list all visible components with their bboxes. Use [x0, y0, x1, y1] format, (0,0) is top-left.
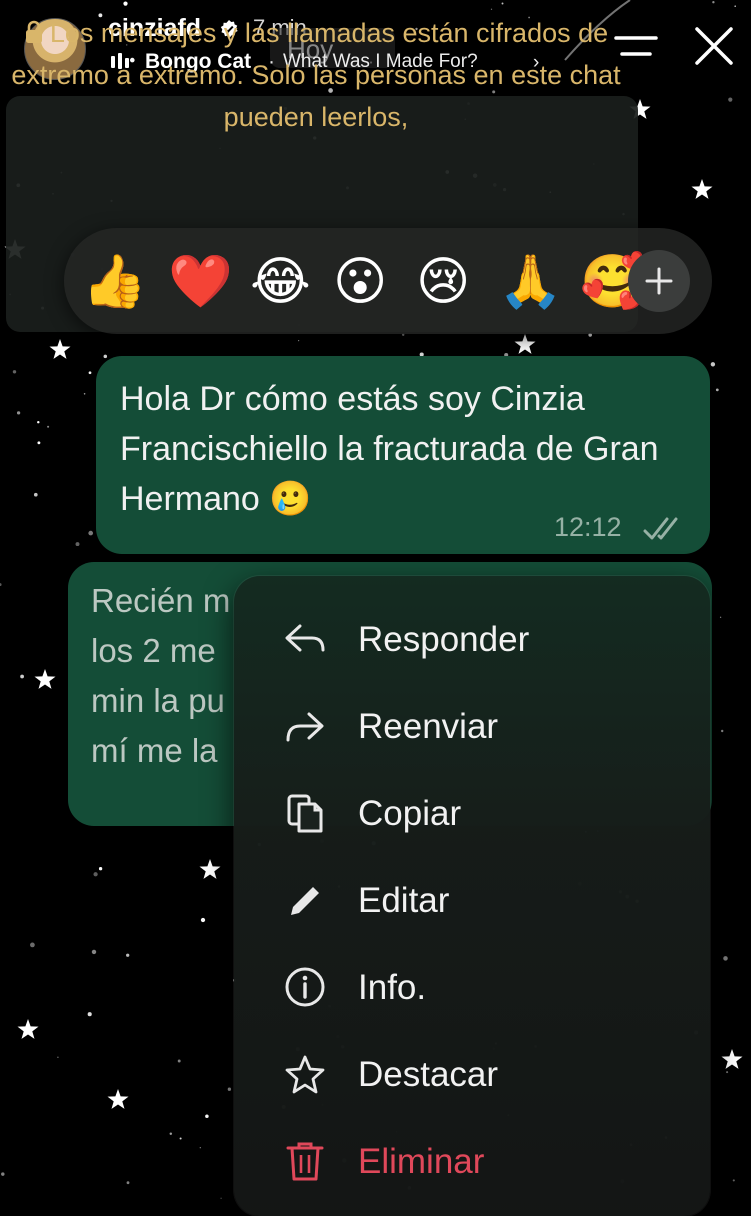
- message-line: mí me la: [91, 732, 218, 769]
- more-reactions-button[interactable]: [628, 250, 690, 312]
- reaction-crying-icon[interactable]: 😢: [416, 250, 470, 314]
- star-shape: [34, 669, 56, 689]
- pencil-icon: [291, 887, 319, 915]
- copy-icon: [287, 794, 323, 833]
- info-icon: [285, 967, 325, 1007]
- star-dot: [723, 956, 728, 961]
- encryption-notice-label: Los mensajes y las llamadas están cifrad…: [11, 18, 621, 132]
- star-dot: [88, 530, 94, 536]
- reaction-thumbs-up-icon[interactable]: 👍: [82, 250, 147, 314]
- menu-item-forward[interactable]: Reenviar: [358, 707, 498, 747]
- star-dot: [712, 1, 715, 4]
- star-dot: [75, 542, 80, 547]
- menu-item-delete[interactable]: Eliminar: [358, 1142, 484, 1182]
- star-dot: [205, 1114, 209, 1119]
- close-icon[interactable]: [692, 24, 736, 68]
- reply-icon: [285, 624, 325, 652]
- star-dot: [728, 97, 733, 102]
- reaction-heart-icon[interactable]: ❤️: [168, 250, 233, 314]
- star-shape: [691, 179, 713, 199]
- star-dot: [734, 5, 736, 7]
- message-line: Recién m: [91, 582, 231, 619]
- star-dot: [200, 917, 206, 923]
- selected-message-text: Recién m los 2 me min la pu mí me la: [91, 576, 236, 776]
- message-text: Hola Dr cómo estás soy Cinzia Francischi…: [120, 380, 659, 518]
- star-dot: [169, 1132, 173, 1136]
- message-time: 12:12: [554, 512, 622, 542]
- star-dot: [177, 1059, 181, 1063]
- plus-icon: [645, 267, 673, 295]
- star-dot: [37, 420, 40, 424]
- star-dot: [20, 674, 24, 679]
- star-dot: [298, 340, 300, 342]
- reaction-joy-icon[interactable]: 😂: [250, 250, 311, 314]
- star-shape: [199, 859, 221, 879]
- menu-item-edit[interactable]: Editar: [358, 881, 449, 921]
- star-shape: [721, 1049, 743, 1069]
- star-shape: [514, 334, 536, 354]
- forward-icon: [286, 712, 324, 742]
- star-dot: [0, 583, 2, 587]
- star-dot: [47, 425, 50, 428]
- message-line: los 2 me: [91, 632, 216, 669]
- star-shape: [107, 1089, 129, 1109]
- star-dot: [88, 371, 92, 375]
- star-dot: [227, 1087, 232, 1091]
- double-check-icon: [643, 517, 678, 540]
- star-dot: [16, 411, 21, 415]
- star-dot: [715, 388, 719, 392]
- star-dot: [93, 872, 98, 877]
- reaction-pray-icon[interactable]: 🙏: [498, 250, 563, 314]
- star-dot: [220, 1197, 222, 1199]
- star-dot: [710, 362, 716, 367]
- star-dot: [490, 8, 493, 10]
- star-dot: [57, 1056, 59, 1059]
- star-dot: [98, 867, 103, 871]
- menu-item-star[interactable]: Destacar: [358, 1055, 498, 1095]
- menu-item-copy[interactable]: Copiar: [358, 794, 461, 834]
- star-dot: [30, 942, 35, 948]
- star-dot: [87, 1012, 92, 1017]
- star-dot: [732, 1179, 735, 1182]
- star-dot: [126, 1181, 130, 1185]
- reaction-surprised-icon[interactable]: 😮: [333, 250, 387, 314]
- star-dot: [33, 492, 38, 497]
- star-dot: [501, 2, 504, 5]
- star-shape: [17, 1019, 39, 1039]
- star-dot: [1, 1172, 5, 1176]
- star-dot: [37, 441, 41, 445]
- menu-item-reply[interactable]: Responder: [358, 620, 529, 660]
- star-dot: [126, 953, 130, 957]
- star-dot: [12, 370, 17, 374]
- star-dot: [719, 616, 722, 618]
- star-dot: [179, 1137, 182, 1140]
- star-dot: [91, 949, 97, 955]
- star-shape: [49, 339, 71, 359]
- menu-item-info[interactable]: Info.: [358, 968, 426, 1008]
- star-icon: [285, 1055, 325, 1094]
- star-dot: [721, 729, 724, 733]
- star-dot: [199, 1147, 201, 1149]
- trash-icon: [286, 1142, 324, 1181]
- encryption-notice-text: Los mensajes y las llamadas están cifrad…: [0, 12, 632, 138]
- message-line: min la pu: [91, 682, 225, 719]
- lock-icon: [25, 20, 42, 43]
- star-dot: [726, 1071, 729, 1074]
- star-dot: [123, 1, 128, 6]
- star-dot: [83, 393, 86, 395]
- star-dot: [103, 354, 108, 359]
